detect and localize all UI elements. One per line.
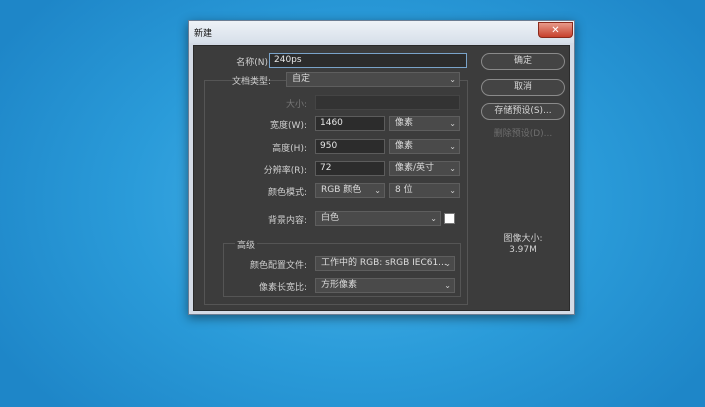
- height-unit-select[interactable]: 像素 ⌄: [389, 139, 460, 154]
- chevron-down-icon: ⌄: [449, 164, 456, 173]
- chevron-down-icon: ⌄: [444, 281, 451, 290]
- dialog-title: 新建: [194, 29, 213, 39]
- new-document-dialog: 新建 ✕ 名称(N): 240ps 文档类型: 自定 ⌄ 大小: 宽度(W): …: [188, 20, 575, 315]
- size-label: 大小:: [285, 100, 307, 110]
- dialog-body: 名称(N): 240ps 文档类型: 自定 ⌄ 大小: 宽度(W): 1460 …: [193, 45, 570, 311]
- color-mode-select[interactable]: RGB 颜色 ⌄: [315, 183, 385, 198]
- background-color-swatch[interactable]: [444, 213, 455, 224]
- chevron-down-icon: ⌄: [444, 259, 451, 268]
- background-label: 背景内容:: [267, 216, 307, 226]
- height-input[interactable]: 950: [315, 139, 385, 154]
- width-unit-value: 像素: [395, 118, 414, 128]
- name-label: 名称(N):: [236, 58, 271, 68]
- document-type-label: 文档类型:: [231, 77, 271, 87]
- pixel-aspect-select[interactable]: 方形像素 ⌄: [315, 278, 455, 293]
- document-type-value: 自定: [292, 74, 311, 84]
- document-type-select[interactable]: 自定 ⌄: [286, 72, 460, 87]
- save-preset-button[interactable]: 存储预设(S)...: [481, 103, 565, 120]
- size-select: [315, 95, 460, 110]
- chevron-down-icon: ⌄: [449, 119, 456, 128]
- pixel-aspect-label: 像素长宽比:: [258, 283, 307, 293]
- color-profile-value: 工作中的 RGB: sRGB IEC61...: [321, 258, 447, 268]
- dialog-titlebar[interactable]: 新建 ✕: [189, 21, 574, 43]
- chevron-down-icon: ⌄: [430, 214, 437, 223]
- chevron-down-icon: ⌄: [449, 142, 456, 151]
- bit-depth-value: 8 位: [395, 185, 413, 195]
- background-select[interactable]: 白色 ⌄: [315, 211, 441, 226]
- resolution-unit-value: 像素/英寸: [395, 163, 435, 173]
- width-input[interactable]: 1460: [315, 116, 385, 131]
- background-value: 白色: [321, 213, 340, 223]
- pixel-aspect-value: 方形像素: [321, 280, 358, 290]
- height-label: 高度(H):: [272, 144, 307, 154]
- width-label: 宽度(W):: [270, 121, 307, 131]
- ok-button[interactable]: 确定: [481, 53, 565, 70]
- advanced-title: 高级: [235, 238, 258, 251]
- color-mode-value: RGB 颜色: [321, 185, 362, 195]
- cancel-button[interactable]: 取消: [481, 79, 565, 96]
- resolution-unit-select[interactable]: 像素/英寸 ⌄: [389, 161, 460, 176]
- resolution-label: 分辨率(R):: [263, 166, 307, 176]
- bit-depth-select[interactable]: 8 位 ⌄: [389, 183, 460, 198]
- color-mode-label: 颜色模式:: [267, 188, 307, 198]
- name-input[interactable]: 240ps: [269, 53, 467, 68]
- color-profile-label: 颜色配置文件:: [249, 261, 307, 271]
- delete-preset-button: 删除预设(D)...: [493, 129, 553, 139]
- color-profile-select[interactable]: 工作中的 RGB: sRGB IEC61... ⌄: [315, 256, 455, 271]
- resolution-input[interactable]: 72: [315, 161, 385, 176]
- close-icon: ✕: [551, 25, 560, 36]
- image-size-value: 3.97M: [509, 245, 537, 255]
- chevron-down-icon: ⌄: [449, 75, 456, 84]
- chevron-down-icon: ⌄: [374, 186, 381, 195]
- chevron-down-icon: ⌄: [449, 186, 456, 195]
- close-button[interactable]: ✕: [538, 22, 573, 38]
- image-size-label: 图像大小:: [503, 234, 543, 244]
- height-unit-value: 像素: [395, 141, 414, 151]
- width-unit-select[interactable]: 像素 ⌄: [389, 116, 460, 131]
